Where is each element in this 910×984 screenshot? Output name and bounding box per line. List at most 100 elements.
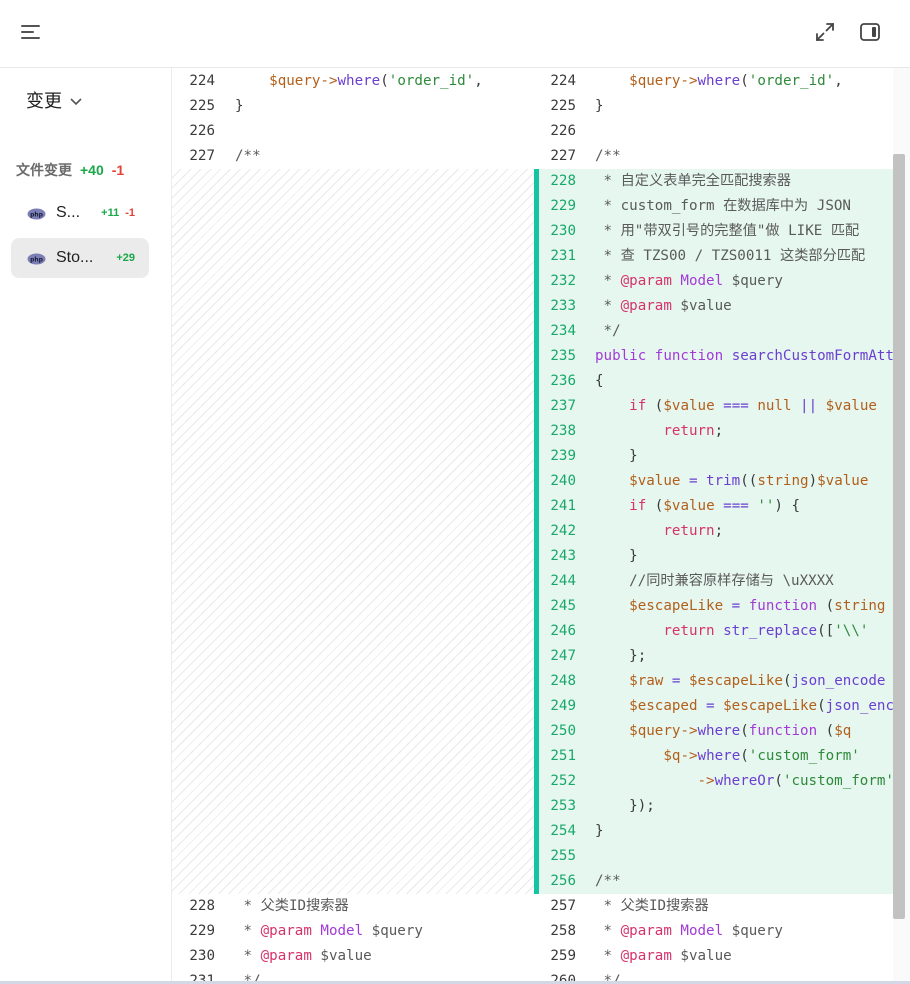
code-token: ''	[757, 498, 775, 514]
code-token: /**	[595, 148, 621, 164]
file-name: S...	[56, 204, 81, 221]
sidebar-panel-icon[interactable]	[858, 21, 882, 43]
diff-row: 226	[172, 119, 534, 144]
file-item[interactable]: php S... +11 -1	[11, 193, 149, 233]
code-token: json_encode	[825, 698, 893, 714]
code-token: *	[595, 948, 621, 964]
diff-row-added: 252 ->whereOr('custom_form'	[539, 769, 893, 794]
line-number: 246	[550, 623, 576, 639]
code-token: =	[697, 698, 724, 714]
diff-row-added: 233 * @param $value	[539, 294, 893, 319]
code-token: where	[697, 73, 741, 89]
changes-dropdown-label: 变更	[26, 91, 62, 111]
line-number: 242	[550, 523, 576, 539]
diff-row-added: 254}	[539, 819, 893, 844]
code-token: $value	[663, 398, 715, 414]
diff-row-added: 240 $value = trim((string)$value	[539, 469, 893, 494]
diff-row-added: 228 * 自定义表单完全匹配搜索器	[539, 169, 893, 194]
menu-lines-icon[interactable]	[20, 22, 42, 42]
code-line: /**	[595, 869, 621, 894]
code-token: *	[595, 273, 621, 289]
code-token: */	[595, 323, 621, 339]
code-token: searchCustomFormAttr	[731, 348, 893, 364]
line-number: 226	[550, 123, 576, 139]
diff-row-added: 255	[539, 844, 893, 869]
line-number: 253	[550, 798, 576, 814]
code-token: ,	[834, 73, 843, 89]
code-token: $value	[671, 298, 732, 314]
code-line: return str_replace(['\\'	[595, 619, 868, 644]
code-token: * 父类ID搜索器	[595, 898, 709, 914]
code-token: ;	[714, 423, 724, 439]
code-token: function	[748, 723, 818, 739]
code-line: $value = trim((string)$value	[595, 469, 868, 494]
line-number: 245	[550, 598, 576, 614]
diff-row-added: 246 return str_replace(['\\'	[539, 619, 893, 644]
code-token: $escapeLike	[688, 673, 783, 689]
code-line: }	[595, 544, 638, 569]
expand-arrows-icon[interactable]	[814, 21, 836, 43]
code-token: ->	[680, 73, 698, 89]
code-line: //同时兼容原样存储与 \uXXXX	[595, 569, 834, 594]
empty-hatch-region	[172, 169, 534, 894]
diff-row-added: 229 * custom_form 在数据库中为 JSON	[539, 194, 893, 219]
diff-row: 228 * 父类ID搜索器	[172, 894, 534, 919]
diff-right-pane: 224 $query->where('order_id', 225} 226 227/…	[534, 68, 893, 984]
changes-sidebar: 变更 文件变更 +40 -1 php S... +11 -1 php Sto..…	[0, 68, 172, 984]
code-token: 'custom_form'	[782, 773, 893, 789]
code-token: $q	[663, 748, 681, 764]
line-number: 254	[550, 823, 576, 839]
code-token: *	[235, 923, 261, 939]
line-number: 233	[550, 298, 576, 314]
file-item-active[interactable]: php Sto... +29	[11, 238, 149, 278]
line-number: 232	[550, 273, 576, 289]
line-number: 225	[189, 98, 215, 114]
code-line: * 用"带双引号的完整值"做 LIKE 匹配	[595, 219, 860, 244]
code-token: return	[663, 623, 715, 639]
line-number: 227	[550, 148, 576, 164]
code-line: * 父类ID搜索器	[235, 894, 349, 919]
code-line: }	[595, 444, 638, 469]
line-number: 229	[189, 923, 215, 939]
code-token: ([	[817, 623, 835, 639]
svg-text:php: php	[30, 212, 44, 219]
code-line: $query->where('order_id',	[235, 69, 483, 94]
code-token: $value	[671, 948, 732, 964]
diff-row: 230 * @param $value	[172, 944, 534, 969]
line-number: 258	[550, 923, 576, 939]
code-line: $query->where('order_id',	[595, 69, 843, 94]
diff-left-pane: 224 $query->where('order_id', 225} 226 227/…	[172, 68, 534, 984]
line-number: 234	[550, 323, 576, 339]
code-line: }	[595, 819, 604, 844]
code-token: =	[663, 673, 689, 689]
code-token: /**	[595, 873, 621, 889]
diff-row-added: 237 if ($value === null || $value	[539, 394, 893, 419]
diff-row-added: 249 $escaped = $escapeLike(json_encode	[539, 694, 893, 719]
changes-dropdown[interactable]: 变更	[26, 87, 82, 113]
line-number: 241	[550, 498, 576, 514]
line-number: 252	[550, 773, 576, 789]
code-token: }	[595, 448, 638, 464]
vertical-scrollbar[interactable]	[893, 154, 905, 919]
diff-row-added: 242 return;	[539, 519, 893, 544]
diff-row-added: 243 }	[539, 544, 893, 569]
code-line: * 自定义表单完全匹配搜索器	[595, 169, 791, 194]
line-number: 224	[550, 73, 576, 89]
code-token: (	[774, 773, 783, 789]
code-line: }	[595, 94, 604, 119]
code-token: )	[808, 473, 818, 489]
code-token: whereOr	[714, 773, 775, 789]
code-token: @param	[260, 948, 312, 964]
top-toolbar	[0, 0, 910, 68]
code-line: return;	[595, 419, 723, 444]
diff-view: 224 $query->where('order_id', 225} 226 227 /…	[172, 68, 893, 984]
code-token: if	[629, 398, 647, 414]
diff-row-added: 234 */	[539, 319, 893, 344]
code-token: $q	[834, 723, 852, 739]
code-token: ;	[714, 523, 724, 539]
code-line: * @param $value	[235, 944, 372, 969]
code-token: }	[595, 548, 638, 564]
code-token: 'order_id'	[388, 73, 475, 89]
chevron-down-icon	[70, 90, 82, 111]
